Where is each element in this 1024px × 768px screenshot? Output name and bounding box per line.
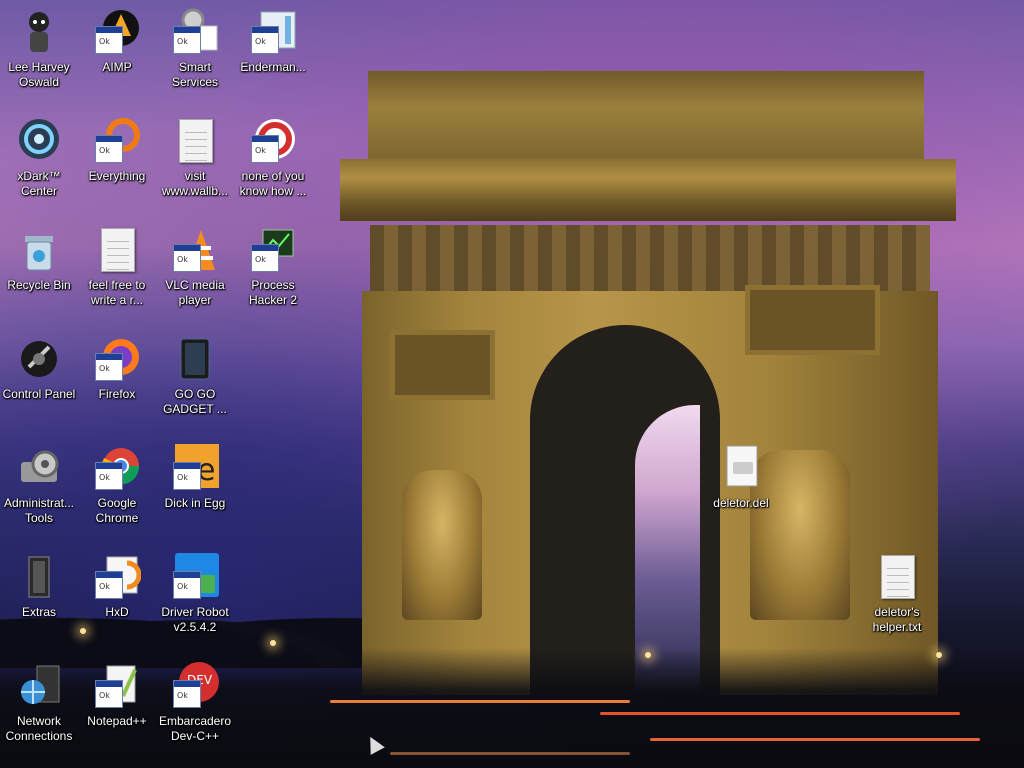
chrome-icon (93, 444, 141, 492)
network-globe-icon (15, 662, 63, 710)
desktop-icon-hxd[interactable]: HxD (78, 553, 156, 620)
desktop-icon-none-of-you-know[interactable]: none of you know how ... (234, 117, 312, 199)
desktop-icon-google-chrome[interactable]: Google Chrome (78, 444, 156, 526)
del-file-icon (717, 444, 765, 492)
desktop-icon-administrative-tools[interactable]: Administrat... Tools (0, 444, 78, 526)
desktop-icon-network-connections[interactable]: Network Connections (0, 662, 78, 744)
aimp-player-icon (93, 8, 141, 56)
recycle-bin-icon (15, 226, 63, 274)
light-trail (390, 752, 630, 755)
desktop-icon-process-hacker[interactable]: Process Hacker 2 (234, 226, 312, 308)
desktop-icon-extras[interactable]: Extras (0, 553, 78, 620)
desktop-icon-notepad-plus-plus[interactable]: Notepad++ (78, 662, 156, 729)
text-document-icon (873, 553, 921, 601)
vlc-cone-icon (171, 226, 219, 274)
desktop-icon-enderman[interactable]: Enderman... (234, 8, 312, 75)
desktop-icon-firefox[interactable]: Firefox (78, 335, 156, 402)
desktop-icon-dick-in-egg[interactable]: e Dick in Egg (156, 444, 234, 511)
desktop-icon-recycle-bin[interactable]: Recycle Bin (0, 226, 78, 293)
ring-app-icon (249, 117, 297, 165)
desktop-icon-deletors-helper[interactable]: deletor's helper.txt (858, 553, 936, 635)
text-document-icon (93, 226, 141, 274)
person-avatar-icon (15, 8, 63, 56)
search-everything-icon (93, 117, 141, 165)
street-lamp (645, 652, 651, 658)
desktop-icon-visit-wallpaper[interactable]: visit www.wallb... (156, 117, 234, 199)
app-window-icon (249, 8, 297, 56)
desktop-icon-everything[interactable]: Everything (78, 117, 156, 184)
xdark-center-icon (15, 117, 63, 165)
control-panel-icon (15, 335, 63, 383)
dev-cpp-icon: DEV (171, 662, 219, 710)
desktop-icon-deletor-del[interactable]: deletor.del (702, 444, 780, 511)
desktop-icon-control-panel[interactable]: Control Panel (0, 335, 78, 402)
desktop-icon-embarcadero-dev-cpp[interactable]: DEV Embarcadero Dev-C++ (156, 662, 234, 744)
folder-extras-icon (15, 553, 63, 601)
desktop-icon-aimp[interactable]: AIMP (78, 8, 156, 75)
firefox-icon (93, 335, 141, 383)
dick-in-egg-icon: e (171, 444, 219, 492)
desktop-icon-xdark-center[interactable]: xDark™ Center (0, 117, 78, 199)
desktop-icon-smart-services[interactable]: Smart Services (156, 8, 234, 90)
desktop-icon-go-go-gadget[interactable]: GO GO GADGET ... (156, 335, 234, 417)
street-lamp (936, 652, 942, 658)
process-hacker-icon (249, 226, 297, 274)
street-lamp (80, 628, 86, 634)
text-document-icon (171, 117, 219, 165)
light-trail (650, 738, 980, 741)
light-trail (330, 700, 630, 703)
desktop-icon-feel-free[interactable]: feel free to write a r... (78, 226, 156, 308)
hxd-hex-editor-icon (93, 553, 142, 601)
admin-tools-gear-icon (15, 444, 63, 492)
notepad-plus-plus-icon (93, 662, 141, 710)
desktop-icon-lee-harvey-oswald[interactable]: Lee Harvey Oswald (0, 8, 78, 90)
gadget-device-icon (171, 335, 219, 383)
street-lamp (270, 640, 276, 646)
desktop-icon-vlc-media-player[interactable]: VLC media player (156, 226, 234, 308)
desktop[interactable]: Lee Harvey Oswald xDark™ Center Recycle … (0, 0, 1024, 768)
desktop-icon-driver-robot[interactable]: Driver Robot v2.5.4.2 (156, 553, 234, 635)
light-trail (600, 712, 960, 715)
driver-robot-icon (171, 553, 219, 601)
gear-services-icon (171, 8, 219, 56)
